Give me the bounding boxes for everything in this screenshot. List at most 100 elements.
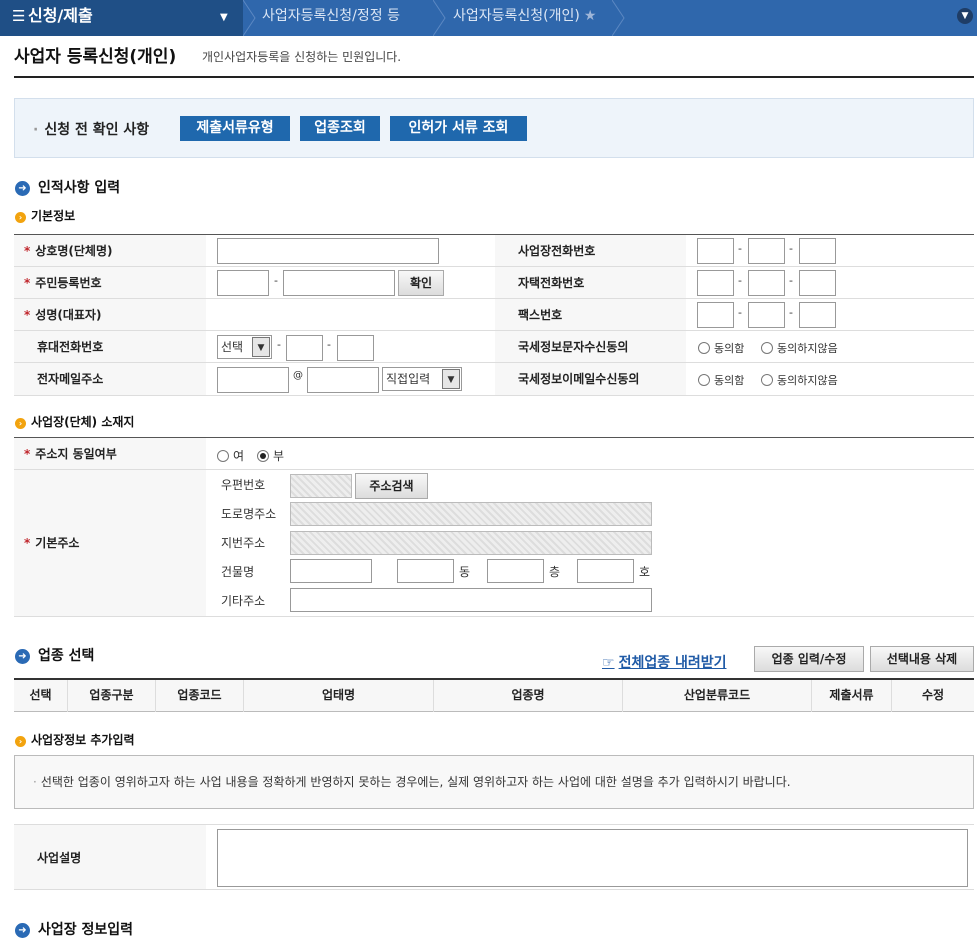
title-divider	[14, 76, 974, 78]
col-classification-code: 산업분류코드	[623, 680, 812, 712]
at-sign: @	[293, 370, 303, 381]
breadcrumb-current-label: 사업자등록신청(개인)	[453, 8, 580, 24]
industry-edit-button[interactable]: 업종 입력/수정	[754, 646, 864, 672]
breadcrumb-current[interactable]: 사업자등록신청(개인) ★	[453, 0, 596, 32]
radio-icon	[698, 342, 710, 354]
fax-label: 팩스번호	[495, 299, 686, 330]
floor-input[interactable]	[487, 559, 544, 583]
radio-icon	[257, 450, 269, 462]
email-label: 전자메일주소	[14, 363, 206, 395]
menu-title: 신청/제출	[28, 6, 93, 25]
sms-agree-option[interactable]: 동의함	[698, 340, 744, 356]
radio-icon	[761, 374, 773, 386]
industry-heading: ➜ 업종 선택	[15, 645, 94, 665]
top-nav: ☰ 신청/제출 ▼ 사업자등록신청/정정 등 사업자등록신청(개인) ★ ▼	[0, 0, 977, 36]
confirm-button[interactable]: 확인	[398, 270, 444, 296]
page-description: 개인사업자등록을 신청하는 민원입니다.	[202, 50, 402, 64]
road-address-input	[290, 502, 652, 526]
delete-selection-button[interactable]: 선택내용 삭제	[870, 646, 974, 672]
email-disagree-option[interactable]: 동의하지않음	[761, 372, 838, 388]
lot-address-input	[290, 531, 652, 555]
mobile-3-input[interactable]	[337, 335, 374, 361]
col-industry-name: 업종명	[434, 680, 623, 712]
table-row: * 주민등록번호 - 확인 자택전화번호 - -	[14, 267, 974, 299]
star-icon[interactable]: ★	[584, 8, 597, 24]
permit-docs-button[interactable]: 인허가 서류 조회	[390, 116, 527, 141]
same-address-yes-option[interactable]: 여	[217, 447, 244, 464]
mobile-prefix-select[interactable]: 선택 ▼	[217, 335, 272, 359]
dong-input[interactable]	[397, 559, 454, 583]
biz-phone-1-input[interactable]	[697, 238, 734, 264]
home-phone-3-input[interactable]	[799, 270, 836, 296]
col-code: 업종코드	[156, 680, 244, 712]
same-address-no-option[interactable]: 부	[257, 447, 284, 464]
sms-disagree-option[interactable]: 동의하지않음	[761, 340, 838, 356]
col-documents: 제출서류	[812, 680, 892, 712]
chevron-down-icon: ▼	[252, 337, 270, 357]
chevron-down-icon: ▼	[220, 12, 228, 23]
address-search-button[interactable]: 주소검색	[355, 473, 428, 499]
table-row: 전자메일주소 @ 직접입력 ▼ 국세정보이메일수신동의 동의함 동의하지않음	[14, 363, 974, 396]
company-name-input[interactable]	[217, 238, 439, 264]
submission-docs-button[interactable]: 제출서류유형	[180, 116, 290, 141]
extra-info-subheading: › 사업장정보 추가입력	[15, 731, 135, 748]
floor-label: 층	[549, 565, 561, 579]
home-phone-label: 자택전화번호	[495, 267, 686, 298]
resident-no-2-input[interactable]	[283, 270, 395, 296]
fax-3-input[interactable]	[799, 302, 836, 328]
etc-address-input[interactable]	[290, 588, 652, 612]
arrow-right-icon: ➜	[15, 649, 30, 664]
business-info-heading: ➜ 사업장 정보입력	[15, 919, 133, 939]
business-description-textarea[interactable]	[217, 829, 968, 887]
resident-no-1-input[interactable]	[217, 270, 269, 296]
biz-phone-2-input[interactable]	[748, 238, 785, 264]
fax-1-input[interactable]	[697, 302, 734, 328]
hand-pointer-icon: ☞	[602, 655, 615, 671]
name-label: * 성명(대표자)	[14, 299, 206, 330]
radio-icon	[217, 450, 229, 462]
home-phone-2-input[interactable]	[748, 270, 785, 296]
email-agree-option[interactable]: 동의함	[698, 372, 744, 388]
business-description-row: 사업설명	[14, 824, 974, 890]
breadcrumb-link-1[interactable]: 사업자등록신청/정정 등	[262, 0, 400, 32]
menu-selector[interactable]: ☰ 신청/제출 ▼	[0, 0, 243, 36]
col-business-type: 업태명	[244, 680, 434, 712]
location-table: * 주소지 동일여부 여 부 * 기본주소 우편번호 주소검색 도로명주소 지번주소…	[14, 437, 974, 617]
home-phone-1-input[interactable]	[697, 270, 734, 296]
radio-icon	[698, 374, 710, 386]
chevron-right-icon: ›	[15, 418, 26, 429]
table-row: * 주소지 동일여부 여 부	[14, 438, 974, 470]
radio-icon	[761, 342, 773, 354]
hamburger-icon: ☰	[12, 7, 26, 25]
email-id-input[interactable]	[217, 367, 289, 393]
ho-input[interactable]	[577, 559, 634, 583]
mobile-2-input[interactable]	[286, 335, 323, 361]
col-edit: 수정	[921, 688, 945, 702]
zip-label: 우편번호	[221, 478, 266, 492]
industry-table-header: 선택 업종구분 업종코드 업태명 업종명 산업분류코드 제출서류 수정	[14, 678, 974, 712]
table-row: * 상호명(단체명) 사업장전화번호 - -	[14, 235, 974, 267]
email-domain-input[interactable]	[307, 367, 379, 393]
download-all-industries-link[interactable]: ☞ 전체업종 내려받기	[602, 652, 726, 672]
col-category: 업종구분	[68, 680, 156, 712]
breadcrumb-separator-icon	[433, 0, 447, 36]
building-input[interactable]	[290, 559, 372, 583]
breadcrumb-separator-icon	[243, 0, 257, 36]
base-address-label: * 기본주소	[14, 470, 206, 616]
chevron-right-icon: ›	[15, 736, 26, 747]
ho-label: 호	[639, 565, 651, 579]
table-row: * 성명(대표자) 팩스번호 - -	[14, 299, 974, 331]
industry-lookup-button[interactable]: 업종조회	[300, 116, 380, 141]
basic-info-subheading: › 기본정보	[15, 207, 75, 224]
fax-2-input[interactable]	[748, 302, 785, 328]
biz-phone-3-input[interactable]	[799, 238, 836, 264]
building-label: 건물명	[221, 565, 255, 579]
circle-chevron-down-icon[interactable]: ▼	[957, 8, 973, 24]
arrow-right-icon: ➜	[15, 923, 30, 938]
table-row: * 기본주소 우편번호 주소검색 도로명주소 지번주소 건물명 동 층 호 기타주…	[14, 470, 974, 617]
dong-label: 동	[459, 565, 471, 579]
email-domain-select[interactable]: 직접입력 ▼	[382, 367, 462, 391]
email-consent-label: 국세정보이메일수신동의	[495, 363, 686, 395]
table-row: 휴대전화번호 선택 ▼ - - 국세정보문자수신동의 동의함 동의하지않음	[14, 331, 974, 363]
chevron-down-icon: ▼	[442, 369, 460, 389]
